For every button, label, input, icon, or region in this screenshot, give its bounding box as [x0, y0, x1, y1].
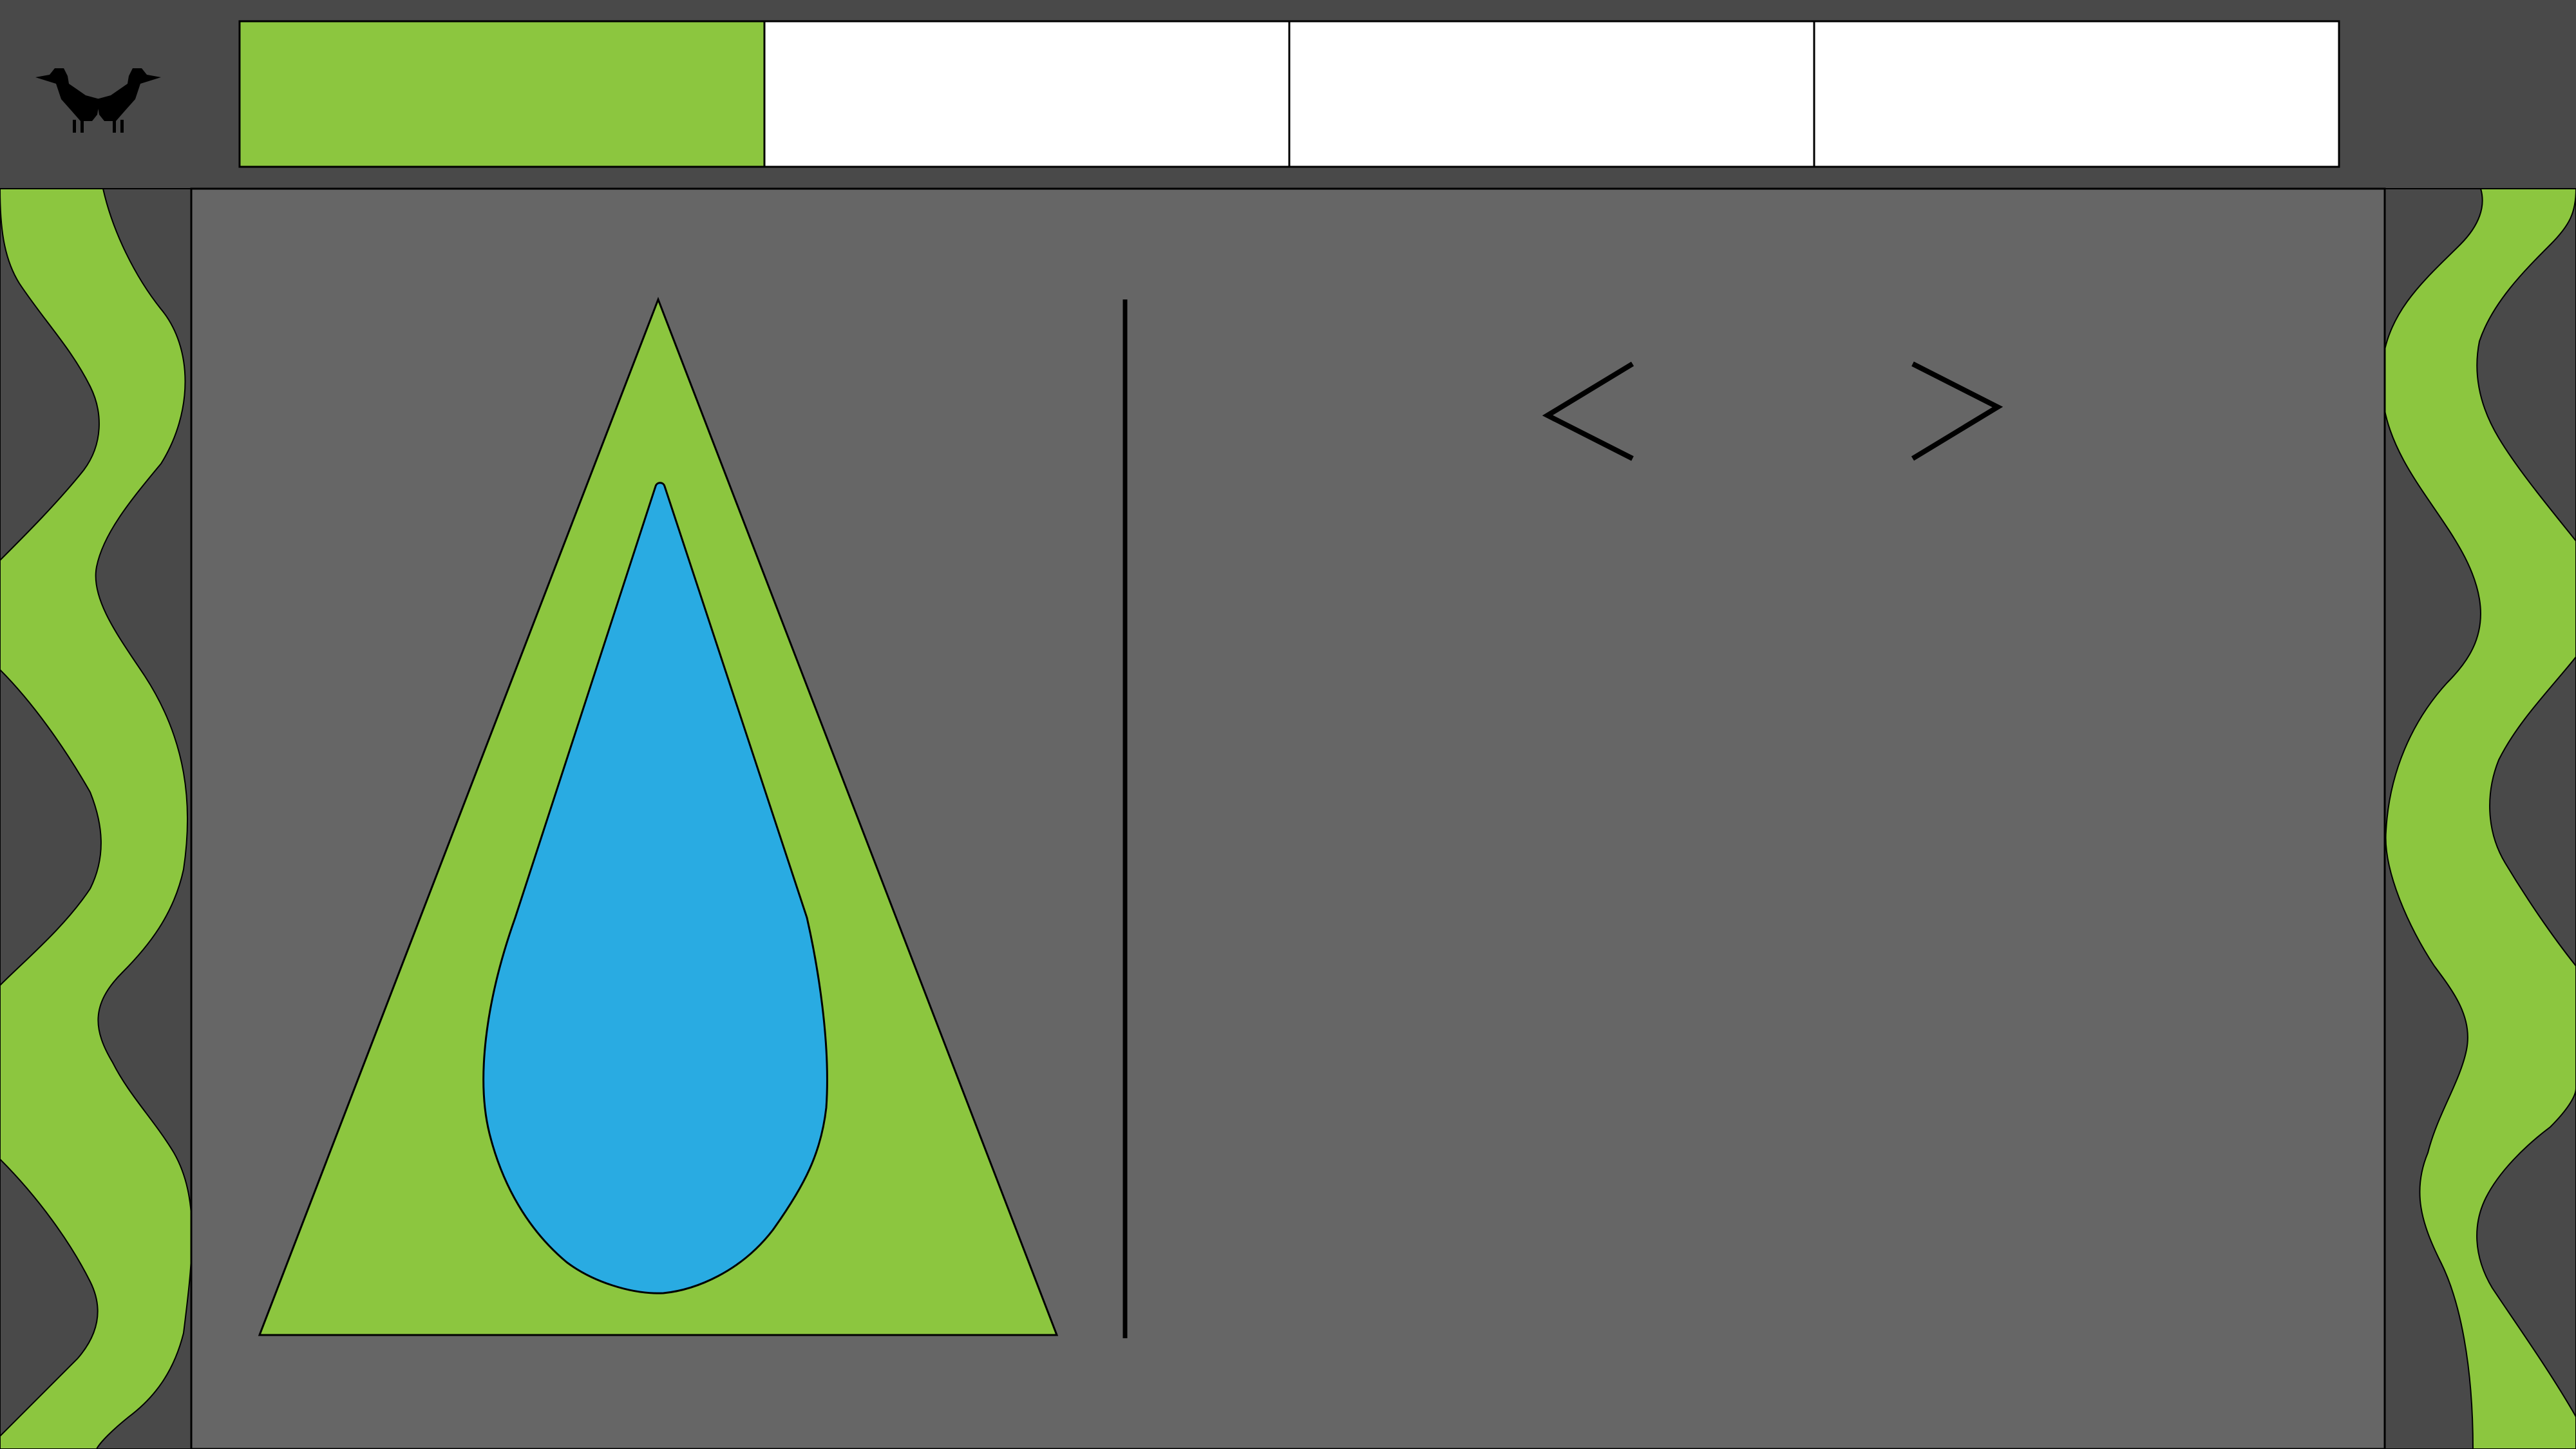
tab-bar [238, 20, 2340, 168]
app-canvas [0, 0, 2576, 1449]
previous-button[interactable] [1533, 348, 1649, 477]
app-frame [0, 0, 2576, 1449]
next-button[interactable] [1900, 348, 2016, 477]
tab-2[interactable] [763, 20, 1291, 168]
header-bar [0, 0, 2576, 189]
tab-4[interactable] [1813, 20, 2340, 168]
main-panel [190, 187, 2386, 1449]
tab-1[interactable] [238, 20, 766, 168]
left-border-strip [0, 188, 193, 1449]
tab-3[interactable] [1288, 20, 1815, 168]
right-border-strip [2381, 188, 2576, 1449]
